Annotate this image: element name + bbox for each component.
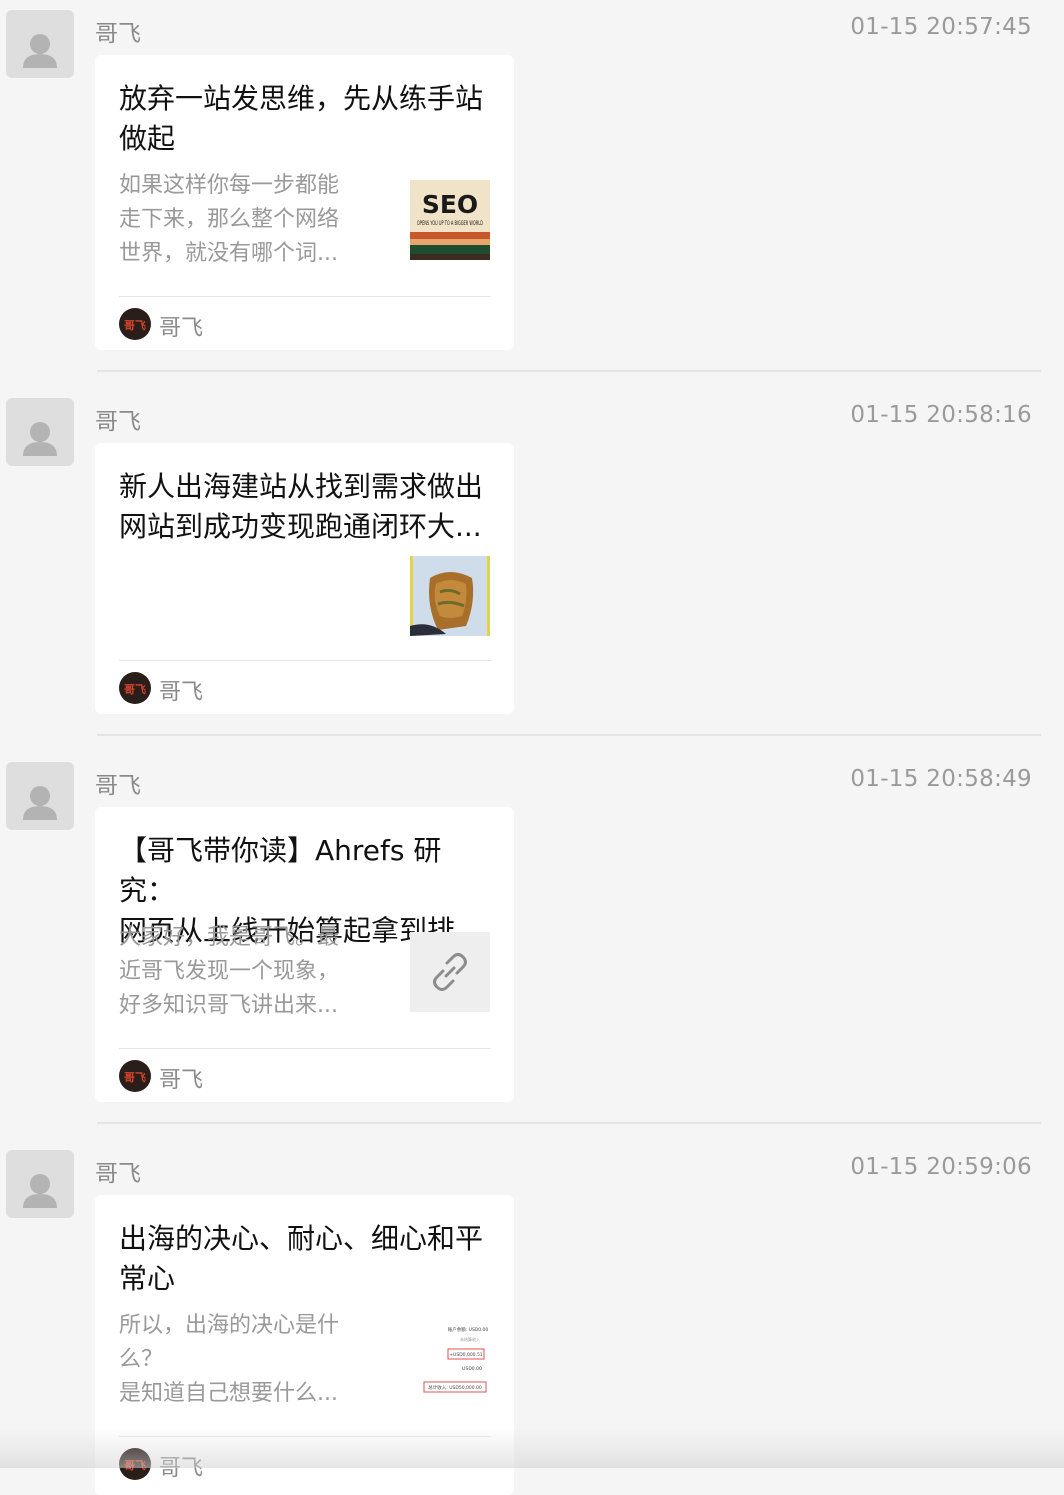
article-card[interactable]: 新人出海建站从找到需求做出 网站到成功变现跑通闭环大... 哥飞 哥飞 bbox=[95, 443, 514, 714]
svg-text:账户余额: USD0.00: 账户余额: USD0.00 bbox=[448, 1326, 489, 1333]
sender-avatar[interactable] bbox=[6, 10, 74, 78]
article-card[interactable]: 出海的决心、耐心、细心和平 常心 所以，出海的决心是什 么？ 是知道自己想要什么… bbox=[95, 1195, 514, 1495]
sender-avatar[interactable] bbox=[6, 398, 74, 466]
card-divider bbox=[119, 1436, 491, 1437]
sender-avatar[interactable] bbox=[6, 1150, 74, 1218]
svg-text:哥飞: 哥飞 bbox=[124, 1459, 146, 1472]
message-timestamp: 01-15 20:59:06 bbox=[850, 1154, 1032, 1180]
card-divider bbox=[119, 660, 491, 661]
svg-text:USD0.00: USD0.00 bbox=[462, 1366, 482, 1372]
article-card[interactable]: 放弃一站发思维，先从练手站 做起 如果这样你每一步都能 走下来，那么整个网络 世… bbox=[95, 55, 514, 350]
article-card[interactable]: 【哥飞带你读】Ahrefs 研究： 网页从上线开始算起拿到排... 大家好，我是… bbox=[95, 807, 514, 1102]
default-user-icon bbox=[23, 34, 57, 68]
account-logo-icon: 哥飞 bbox=[119, 1448, 151, 1480]
account-logo-icon: 哥飞 bbox=[119, 308, 151, 340]
message-divider bbox=[97, 734, 1041, 736]
default-user-icon bbox=[23, 786, 57, 820]
account-logo-icon: 哥飞 bbox=[119, 672, 151, 704]
card-divider bbox=[119, 296, 491, 297]
food-photo-image bbox=[410, 556, 490, 636]
seo-thumb-main-text: SEO bbox=[422, 190, 478, 219]
sender-name: 哥飞 bbox=[95, 21, 141, 47]
svg-text:哥飞: 哥飞 bbox=[124, 319, 146, 332]
sender-name: 哥飞 bbox=[95, 773, 141, 799]
article-summary: 如果这样你每一步都能 走下来，那么整个网络 世界，就没有哪个词... bbox=[119, 173, 340, 266]
default-user-icon bbox=[23, 422, 57, 456]
article-summary: 所以，出海的决心是什 么？ 是知道自己想要什么... bbox=[119, 1313, 340, 1406]
seo-thumb-sub-text: OPENS YOU UP TO A BIGGER WORLD bbox=[417, 219, 483, 227]
svg-text:哥飞: 哥飞 bbox=[124, 1071, 146, 1084]
sender-name: 哥飞 bbox=[95, 409, 141, 435]
account-name: 哥飞 bbox=[159, 1456, 204, 1481]
message-divider bbox=[97, 1122, 1041, 1124]
article-summary: 大家好，我是哥飞。最 近哥飞发现一个现象， 好多知识哥飞讲出来... bbox=[119, 925, 340, 1018]
account-name: 哥飞 bbox=[159, 316, 204, 341]
payment-screenshot-image: 账户余额: USD0.00 未结算收入 +USD0,000.51 USD0.00… bbox=[410, 1320, 490, 1400]
article-title: 新人出海建站从找到需求做出 网站到成功变现跑通闭环大... bbox=[119, 470, 484, 543]
article-title: 放弃一站发思维，先从练手站 做起 bbox=[119, 82, 484, 155]
account-name: 哥飞 bbox=[159, 680, 204, 705]
sender-name: 哥飞 bbox=[95, 1161, 141, 1187]
seo-cover-image: SEO OPENS YOU UP TO A BIGGER WORLD bbox=[410, 180, 490, 260]
message-timestamp: 01-15 20:58:49 bbox=[850, 766, 1032, 792]
default-user-icon bbox=[23, 1174, 57, 1208]
account-name: 哥飞 bbox=[159, 1068, 204, 1093]
link-icon bbox=[410, 932, 490, 1012]
svg-text:未结算收入: 未结算收入 bbox=[460, 1336, 480, 1342]
article-title: 出海的决心、耐心、细心和平 常心 bbox=[119, 1222, 484, 1295]
message-timestamp: 01-15 20:57:45 bbox=[850, 14, 1032, 40]
account-logo-icon: 哥飞 bbox=[119, 1060, 151, 1092]
svg-text:+USD0,000.51: +USD0,000.51 bbox=[449, 1352, 483, 1358]
message-divider bbox=[97, 370, 1041, 372]
svg-text:总计收入: USD50,000.00: 总计收入: USD50,000.00 bbox=[428, 1384, 482, 1391]
card-divider bbox=[119, 1048, 491, 1049]
message-timestamp: 01-15 20:58:16 bbox=[850, 402, 1032, 428]
svg-text:哥飞: 哥飞 bbox=[124, 683, 146, 696]
sender-avatar[interactable] bbox=[6, 762, 74, 830]
